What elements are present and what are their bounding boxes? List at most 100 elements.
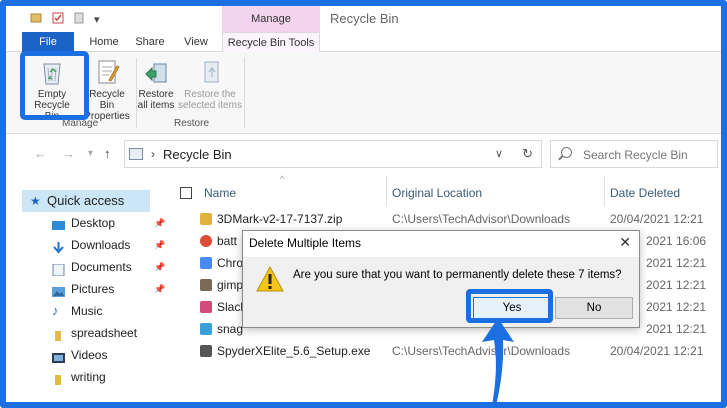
restore-selected-items-label: Restore the selected items bbox=[178, 89, 242, 111]
column-divider[interactable] bbox=[386, 176, 387, 206]
navigation-pane: ★ Quick access Desktop 📌 Downloads 📌 Doc… bbox=[6, 182, 166, 392]
window-title: Recycle Bin bbox=[330, 11, 399, 26]
column-header-date-deleted[interactable]: Date Deleted bbox=[610, 180, 680, 206]
zip-file-icon bbox=[200, 213, 212, 225]
sidebar-item-quick-access[interactable]: ★ Quick access bbox=[22, 190, 150, 212]
ribbon: Empty Recycle Bin Recycle Bin Properties… bbox=[6, 52, 721, 134]
sidebar-item-spreadsheet[interactable]: spreadsheet bbox=[6, 322, 166, 344]
file-name: batt bbox=[217, 234, 238, 248]
column-divider[interactable] bbox=[604, 176, 605, 206]
address-dropdown-icon[interactable]: ∨ bbox=[495, 147, 503, 160]
recent-locations-chevron-icon[interactable]: ▾ bbox=[88, 148, 93, 159]
empty-recycle-bin-highlight bbox=[20, 51, 89, 120]
forward-arrow-icon[interactable]: → bbox=[62, 146, 75, 161]
search-placeholder: Search Recycle Bin bbox=[583, 148, 688, 162]
tab-share[interactable]: Share bbox=[130, 32, 170, 52]
tab-home[interactable]: Home bbox=[82, 32, 126, 52]
refresh-icon[interactable]: ↻ bbox=[522, 146, 533, 162]
file-name: 3DMark-v2-17-7137.zip bbox=[217, 212, 343, 226]
slack-file-icon bbox=[200, 301, 212, 313]
chrome-setup-icon bbox=[200, 257, 212, 269]
snagit-file-icon bbox=[200, 323, 212, 335]
pictures-icon bbox=[52, 283, 65, 297]
pin-icon[interactable]: 📌 bbox=[154, 256, 165, 278]
pin-icon[interactable]: 📌 bbox=[154, 234, 165, 256]
desktop-icon bbox=[52, 217, 65, 230]
ribbon-group-divider bbox=[136, 58, 137, 128]
column-header-name[interactable]: Name bbox=[204, 180, 236, 206]
search-input[interactable]: Search Recycle Bin bbox=[550, 140, 718, 168]
sidebar-item-label: Music bbox=[71, 304, 103, 318]
file-name: Chro bbox=[217, 256, 244, 270]
properties-icon bbox=[93, 58, 121, 86]
exe-file-icon bbox=[200, 345, 212, 357]
customize-chevron-icon[interactable]: ▾ bbox=[94, 13, 100, 26]
navigation-bar: ← → ▾ ↑ › Recycle Bin ∨ ↻ Search Recycle… bbox=[6, 138, 721, 170]
column-header-original-location[interactable]: Original Location bbox=[392, 180, 482, 206]
title-bar: ▾ Manage Recycle Bin bbox=[6, 6, 721, 32]
restore-all-icon bbox=[142, 58, 170, 86]
tab-view[interactable]: View bbox=[178, 32, 214, 52]
properties-check-icon[interactable] bbox=[52, 12, 64, 27]
tab-file[interactable]: File bbox=[22, 32, 74, 52]
restore-all-items-button[interactable]: Restore all items bbox=[136, 56, 176, 112]
chrome-file-icon bbox=[200, 235, 212, 247]
tab-recycle-bin-tools[interactable]: Recycle Bin Tools bbox=[222, 32, 320, 53]
restore-all-items-label: Restore all items bbox=[137, 89, 175, 111]
folder-icon bbox=[52, 371, 65, 385]
gimp-file-icon bbox=[200, 279, 212, 291]
breadcrumb-chevron-icon[interactable]: › bbox=[151, 147, 155, 161]
download-icon bbox=[52, 239, 65, 254]
sidebar-item-videos[interactable]: Videos bbox=[6, 344, 166, 366]
file-date: 2021 12:21 bbox=[646, 256, 707, 270]
quick-access-toolbar: ▾ bbox=[30, 12, 100, 27]
table-row[interactable]: SpyderXElite_5.6_Setup.exe C:\Users\Tech… bbox=[172, 340, 721, 362]
sidebar-item-pictures[interactable]: Pictures 📌 bbox=[6, 278, 166, 300]
sidebar-item-desktop[interactable]: Desktop 📌 bbox=[6, 212, 166, 234]
sidebar-item-music[interactable]: ♪ Music bbox=[6, 300, 166, 322]
select-all-checkbox[interactable] bbox=[180, 187, 192, 199]
group-label-restore: Restore bbox=[174, 118, 210, 129]
videos-icon bbox=[52, 349, 65, 363]
pin-icon[interactable]: 📌 bbox=[154, 278, 165, 300]
file-name: SpyderXElite_5.6_Setup.exe bbox=[217, 344, 371, 358]
file-date: 2021 12:21 bbox=[646, 322, 707, 336]
restore-selected-items-button[interactable]: Restore the selected items bbox=[178, 56, 242, 112]
file-date: 2021 16:06 bbox=[646, 234, 707, 248]
no-button[interactable]: No bbox=[555, 297, 633, 319]
sidebar-item-label: Pictures bbox=[71, 282, 115, 296]
sidebar-item-label: Videos bbox=[71, 348, 108, 362]
close-icon[interactable]: ✕ bbox=[619, 234, 631, 251]
address-bar[interactable]: › Recycle Bin ∨ ↻ bbox=[124, 140, 542, 168]
pin-icon[interactable]: 📌 bbox=[154, 212, 165, 234]
file-date: 20/04/2021 12:21 bbox=[610, 344, 704, 358]
sidebar-item-documents[interactable]: Documents 📌 bbox=[6, 256, 166, 278]
manage-context-tab[interactable]: Manage bbox=[222, 6, 320, 32]
sidebar-item-label: Desktop bbox=[71, 216, 116, 230]
file-name: snag bbox=[217, 322, 244, 336]
folder-icon[interactable] bbox=[30, 12, 42, 27]
recycle-bin-small-icon bbox=[129, 148, 143, 160]
sidebar-item-writing[interactable]: writing bbox=[6, 366, 166, 388]
file-name: gimp bbox=[217, 278, 244, 292]
sidebar-item-label: Documents bbox=[71, 260, 132, 274]
restore-selected-icon bbox=[196, 58, 224, 86]
ribbon-tabs: File Home Share View Recycle Bin Tools bbox=[6, 32, 721, 53]
music-icon: ♪ bbox=[52, 303, 59, 318]
folder-icon bbox=[52, 327, 65, 341]
ribbon-group-divider bbox=[244, 58, 245, 128]
sidebar-item-downloads[interactable]: Downloads 📌 bbox=[6, 234, 166, 256]
up-arrow-icon[interactable]: ↑ bbox=[104, 146, 111, 161]
file-date: 2021 12:21 bbox=[646, 300, 707, 314]
table-row[interactable]: 3DMark-v2-17-7137.zip C:\Users\TechAdvis… bbox=[172, 208, 721, 230]
warning-icon bbox=[255, 265, 285, 293]
delete-confirm-dialog: Delete Multiple Items ✕ Are you sure tha… bbox=[242, 230, 640, 328]
dialog-body: Are you sure that you want to permanentl… bbox=[243, 257, 639, 327]
file-location: C:\Users\TechAdvisor\Downloads bbox=[392, 212, 571, 226]
file-date: 2021 12:21 bbox=[646, 278, 707, 292]
sidebar-item-label: Quick access bbox=[47, 193, 125, 208]
back-arrow-icon[interactable]: ← bbox=[34, 146, 47, 161]
new-folder-icon[interactable] bbox=[74, 12, 84, 27]
recycle-bin-properties-button[interactable]: Recycle Bin Properties bbox=[84, 56, 130, 122]
sidebar-item-label: spreadsheet bbox=[71, 326, 138, 340]
